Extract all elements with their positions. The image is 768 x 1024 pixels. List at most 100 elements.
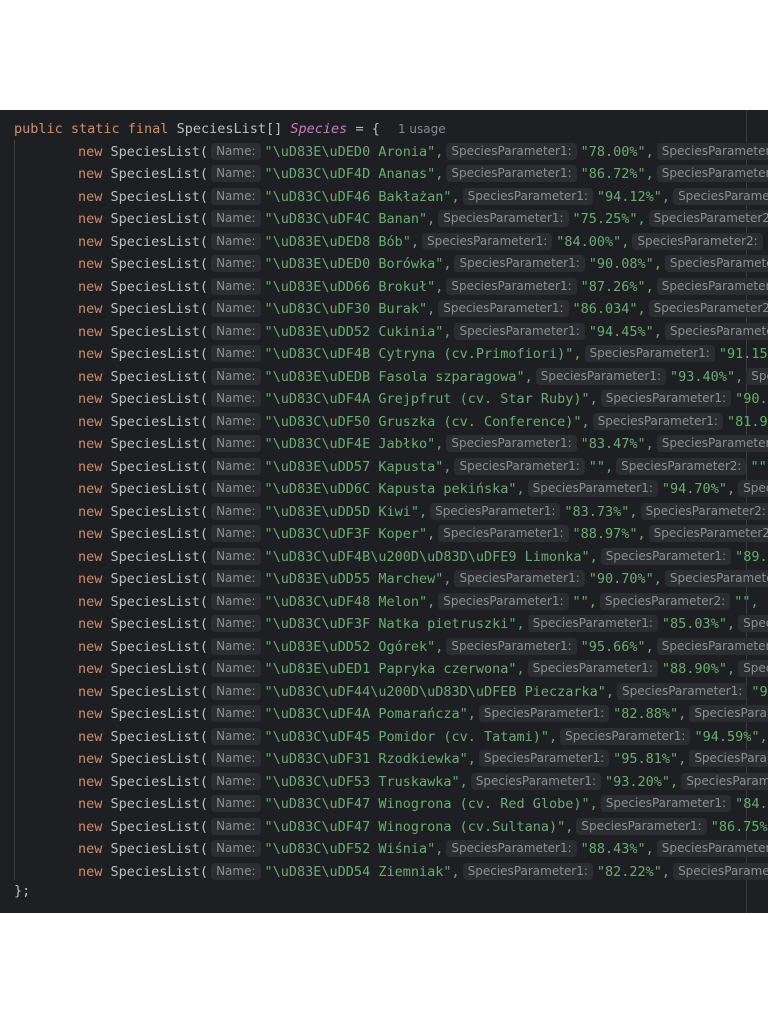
param2-hint[interactable]: SpeciesParam <box>689 750 768 767</box>
species-line[interactable]: new SpeciesList(Name: "\uD83E\uDED0 Borów… <box>78 253 768 276</box>
name-param-hint[interactable]: Name: <box>211 412 261 430</box>
declaration-line[interactable]: public static final SpeciesList[] Specie… <box>14 118 446 141</box>
param1-hint[interactable]: SpeciesParameter1: <box>478 750 610 767</box>
species-line[interactable]: new SpeciesList(Name: "\uD83C\uDF4C Banan… <box>78 208 768 231</box>
param1-hint[interactable]: SpeciesParameter1: <box>446 637 577 655</box>
param2-hint[interactable]: SpeciesParameter2: <box>648 300 768 317</box>
name-param-hint[interactable]: Name: <box>211 772 261 790</box>
name-param-hint[interactable]: Name: <box>211 142 261 160</box>
name-param-hint[interactable]: Name: <box>211 862 261 880</box>
species-line[interactable]: new SpeciesList(Name: "\uD83C\uDF47 Winog… <box>78 816 768 839</box>
name-param-hint[interactable]: Name: <box>211 232 261 250</box>
param1-hint[interactable]: SpeciesParameter1: <box>438 525 569 542</box>
param2-hint[interactable]: SpeciesParameter2: <box>632 232 763 250</box>
species-line[interactable]: new SpeciesList(Name: "\uD83E\uDD57 Kapus… <box>78 456 768 479</box>
param2-hint[interactable]: SpeciesParamete <box>673 187 768 205</box>
param2-hint[interactable]: SpeciesParameter <box>664 570 768 587</box>
param1-hint[interactable]: SpeciesParameter1: <box>617 682 748 700</box>
species-line[interactable]: new SpeciesList(Name: "\uD83C\uDF30 Burak… <box>78 298 768 321</box>
param2-hint[interactable]: SpeciesParameter2: <box>599 592 731 610</box>
species-line[interactable]: new SpeciesList(Name: "\uD83C\uDF44\u200D… <box>78 681 768 704</box>
param2-hint[interactable]: SpeciesParameter <box>664 322 768 340</box>
param2-hint[interactable]: Speci <box>738 480 768 497</box>
param1-hint[interactable]: SpeciesParameter1: <box>454 570 585 587</box>
name-param-hint[interactable]: Name: <box>211 525 261 542</box>
param1-hint[interactable]: SpeciesParameter1: <box>592 412 723 430</box>
param1-hint[interactable]: SpeciesParameter1: <box>478 705 610 722</box>
param1-hint[interactable]: SpeciesParameter1: <box>421 232 553 250</box>
param1-hint[interactable]: SpeciesParameter1: <box>527 615 658 632</box>
species-line[interactable]: new SpeciesList(Name: "\uD83C\uDF3F Natka… <box>78 613 768 636</box>
name-param-hint[interactable]: Name: <box>211 570 261 587</box>
param2-hint[interactable]: SpeciesParameter2 <box>656 435 768 452</box>
species-line[interactable]: new SpeciesList(Name: "\uD83E\uDD6C Kapus… <box>78 478 768 501</box>
param1-hint[interactable]: SpeciesParameter1: <box>438 210 569 227</box>
species-line[interactable]: new SpeciesList(Name: "\uD83E\uDEDB Fasol… <box>78 366 768 389</box>
param1-hint[interactable]: SpeciesParameter1: <box>600 547 732 565</box>
name-param-hint[interactable]: Name: <box>211 480 261 497</box>
species-line[interactable]: new SpeciesList(Name: "\uD83E\uDD54 Ziemn… <box>78 861 768 884</box>
name-param-hint[interactable]: Name: <box>211 502 261 520</box>
species-line[interactable]: new SpeciesList(Name: "\uD83C\uDF4B Cytry… <box>78 343 768 366</box>
param2-hint[interactable]: SpeciesParameter2 <box>656 277 768 295</box>
species-line[interactable]: new SpeciesList(Name: "\uD83C\uDF4E Jabłk… <box>78 433 768 456</box>
species-line[interactable]: new SpeciesList(Name: "\uD83E\uDD55 March… <box>78 568 768 591</box>
species-line[interactable]: new SpeciesList(Name: "\uD83C\uDF50 Grusz… <box>78 411 768 434</box>
species-line[interactable]: new SpeciesList(Name: "\uD83E\uDD52 Cukin… <box>78 321 768 344</box>
species-line[interactable]: new SpeciesList(Name: "\uD83C\uDF53 Trusk… <box>78 771 768 794</box>
species-line[interactable]: new SpeciesList(Name: "\uD83C\uDF3F Koper… <box>78 523 768 546</box>
species-line[interactable]: new SpeciesList(Name: "\uD83C\uDF4A Pomar… <box>78 703 768 726</box>
code-editor[interactable]: public static final SpeciesList[] Specie… <box>0 110 768 913</box>
species-line[interactable]: new SpeciesList(Name: "\uD83C\uDF4B\u200D… <box>78 546 768 569</box>
species-line[interactable]: new SpeciesList(Name: "\uD83C\uDF31 Rzodk… <box>78 748 768 771</box>
param1-hint[interactable]: SpeciesParameter1: <box>600 390 732 407</box>
param2-hint[interactable]: SpeciesParameter2 <box>656 840 768 857</box>
param2-hint[interactable]: SpeciesParameter2: <box>648 210 768 227</box>
param1-hint[interactable]: SpeciesParameter1: <box>462 187 593 205</box>
param2-hint[interactable]: Spec <box>746 367 768 385</box>
param1-hint[interactable]: SpeciesParameter1: <box>446 840 577 857</box>
param1-hint[interactable]: SpeciesParameter1: <box>560 727 691 745</box>
param2-hint[interactable]: SpeciesParameter2: <box>640 502 768 520</box>
species-line[interactable]: new SpeciesList(Name: "\uD83C\uDF46 Bakła… <box>78 186 768 209</box>
name-param-hint[interactable]: Name: <box>211 750 261 767</box>
param1-hint[interactable]: SpeciesParameter1: <box>470 772 602 790</box>
param2-hint[interactable]: SpeciesParam <box>689 705 768 722</box>
name-param-hint[interactable]: Name: <box>211 187 261 205</box>
species-line[interactable]: new SpeciesList(Name: "\uD83C\uDF48 Melon… <box>78 591 768 614</box>
param2-hint[interactable]: Speci <box>738 660 768 677</box>
param1-hint[interactable]: SpeciesParameter1: <box>454 255 585 272</box>
param1-hint[interactable]: SpeciesParameter1: <box>527 660 658 677</box>
name-param-hint[interactable]: Name: <box>211 367 261 385</box>
param1-hint[interactable]: SpeciesParameter1: <box>527 480 658 497</box>
name-param-hint[interactable]: Name: <box>211 277 261 295</box>
name-param-hint[interactable]: Name: <box>211 165 261 182</box>
param1-hint[interactable]: SpeciesParameter1: <box>454 457 585 475</box>
species-line[interactable]: new SpeciesList(Name: "\uD83E\uDED8 Bób",… <box>78 231 768 254</box>
param1-hint[interactable]: SpeciesParameter1: <box>600 795 732 812</box>
param1-hint[interactable]: SpeciesParameter1: <box>430 502 561 520</box>
species-line[interactable]: new SpeciesList(Name: "\uD83C\uDF45 Pomid… <box>78 726 768 749</box>
name-param-hint[interactable]: Name: <box>211 615 261 632</box>
name-param-hint[interactable]: Name: <box>211 637 261 655</box>
name-param-hint[interactable]: Name: <box>211 435 261 452</box>
name-param-hint[interactable]: Name: <box>211 390 261 407</box>
name-param-hint[interactable]: Name: <box>211 547 261 565</box>
name-param-hint[interactable]: Name: <box>211 660 261 677</box>
param2-hint[interactable]: SpeciesParamete <box>673 862 768 880</box>
param2-hint[interactable]: SpeciesParameter2: <box>616 457 747 475</box>
species-line[interactable]: new SpeciesList(Name: "\uD83C\uDF52 Wiśni… <box>78 838 768 861</box>
param1-hint[interactable]: SpeciesParameter1: <box>462 862 593 880</box>
name-param-hint[interactable]: Name: <box>211 210 261 227</box>
name-param-hint[interactable]: Name: <box>211 727 261 745</box>
name-param-hint[interactable]: Name: <box>211 457 261 475</box>
name-param-hint[interactable]: Name: <box>211 817 261 835</box>
species-line[interactable]: new SpeciesList(Name: "\uD83E\uDED0 Aroni… <box>78 141 768 164</box>
name-param-hint[interactable]: Name: <box>211 300 261 317</box>
usage-hint[interactable]: 1 usage <box>398 122 446 136</box>
param2-hint[interactable]: SpeciesParameter2 <box>656 142 768 160</box>
species-line[interactable]: new SpeciesList(Name: "\uD83E\uDD66 Broku… <box>78 276 768 299</box>
species-line[interactable]: new SpeciesList(Name: "\uD83C\uDF47 Winog… <box>78 793 768 816</box>
name-param-hint[interactable]: Name: <box>211 840 261 857</box>
species-line[interactable]: new SpeciesList(Name: "\uD83C\uDF4A Grejp… <box>78 388 768 411</box>
